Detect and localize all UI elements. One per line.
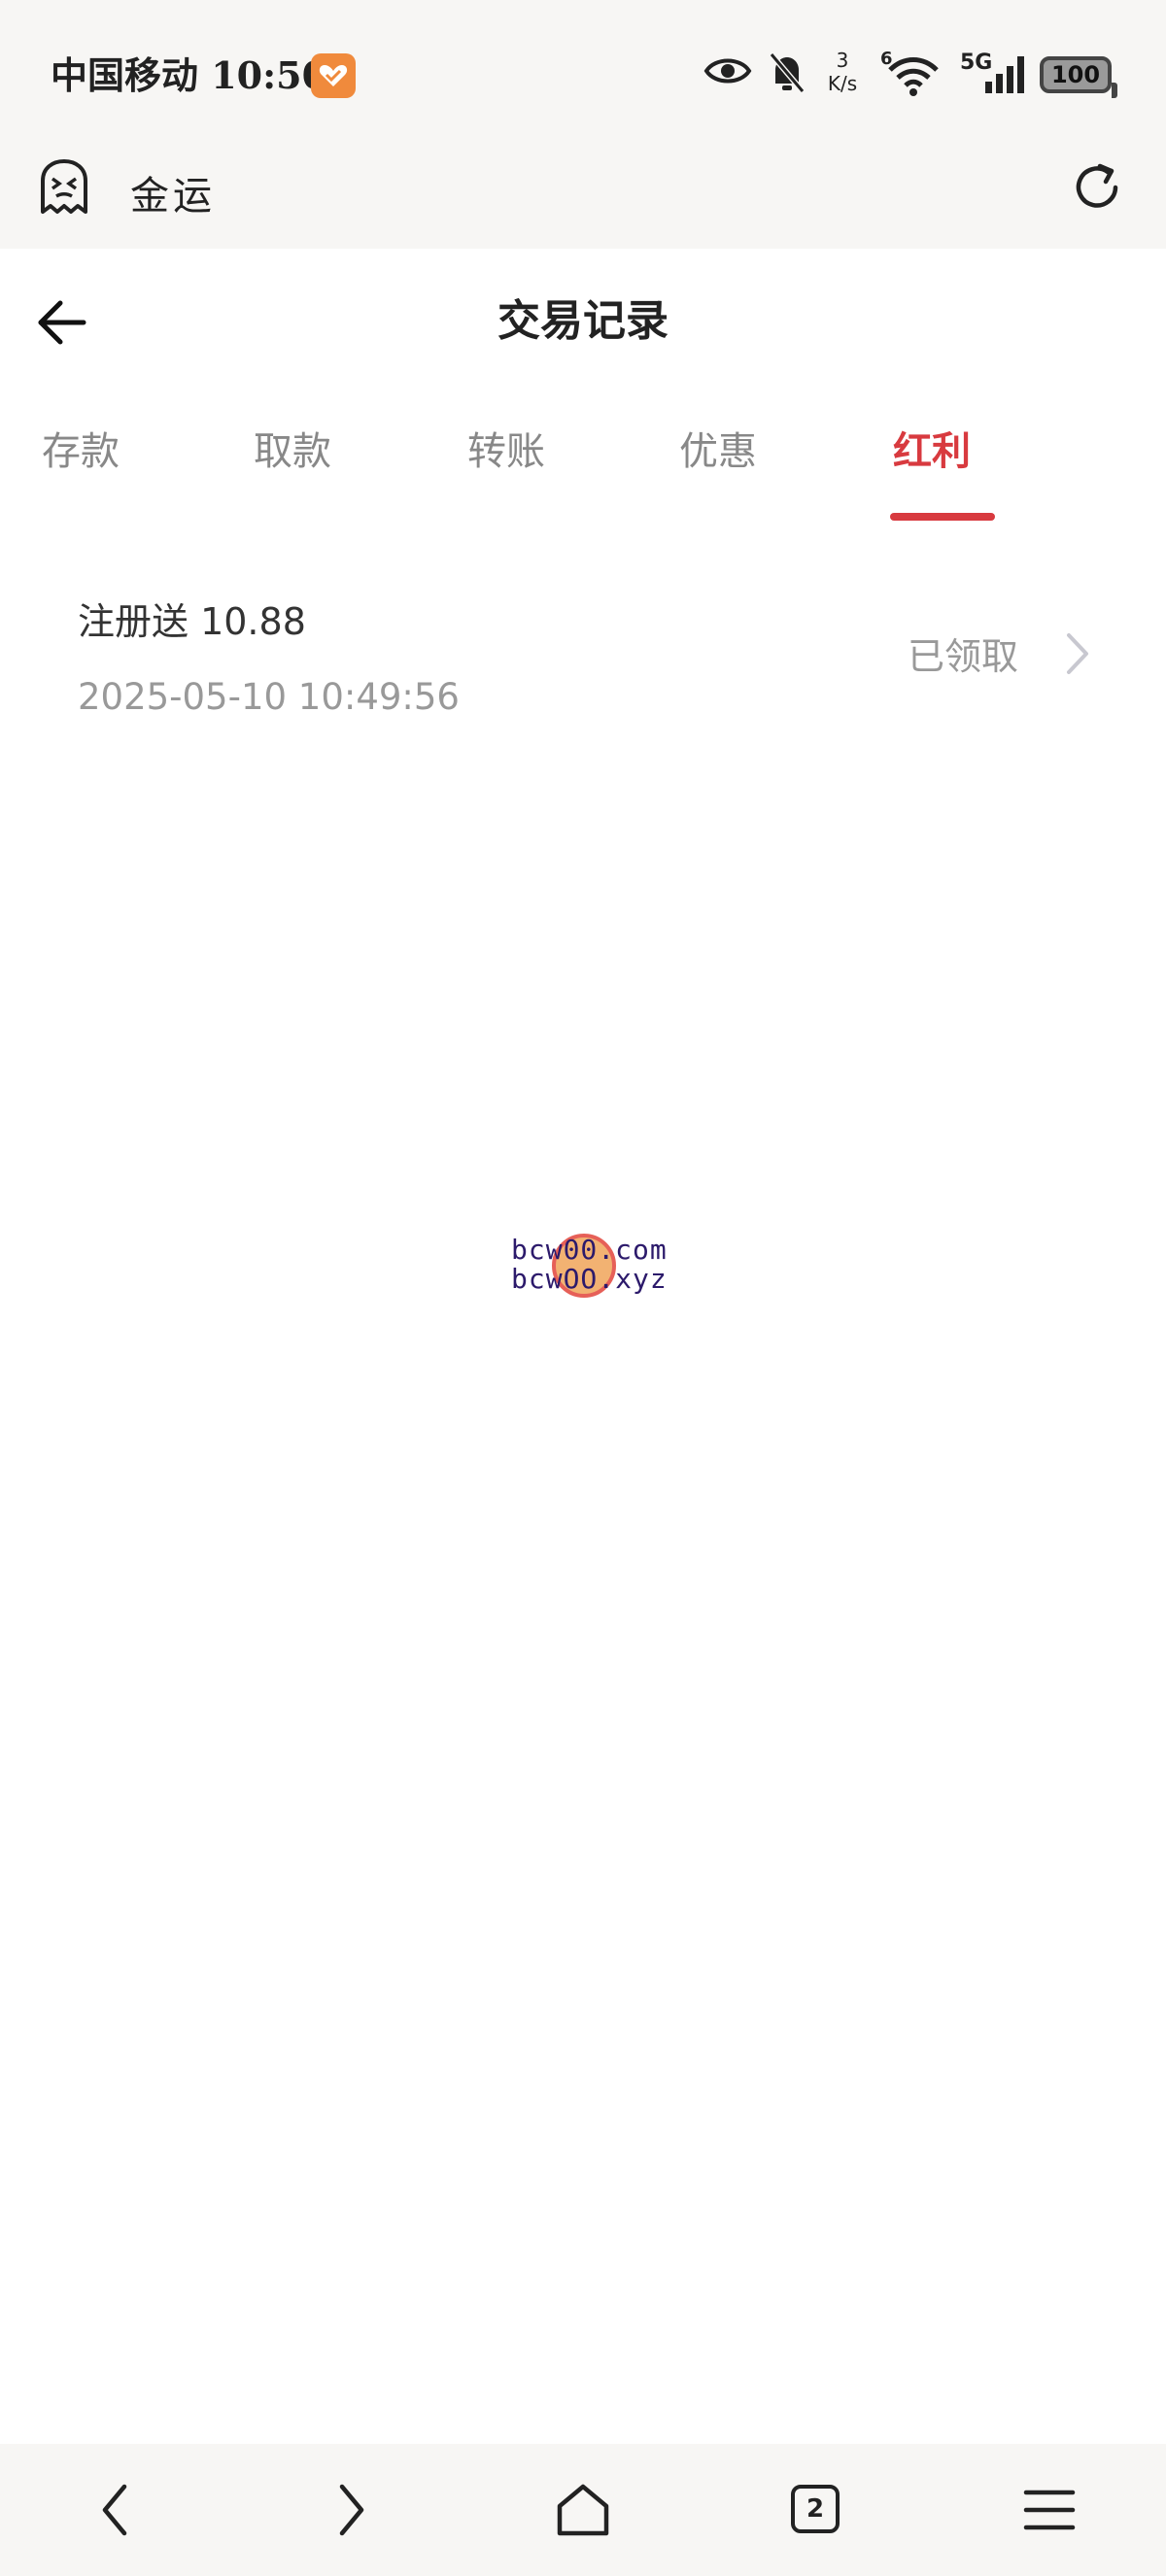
- browser-menu-button[interactable]: [1011, 2471, 1088, 2549]
- browser-home-button[interactable]: [544, 2471, 622, 2549]
- app-notification-icon: [311, 53, 356, 98]
- tab-transfer[interactable]: 转账: [464, 408, 548, 505]
- wifi-label: 6: [880, 49, 893, 69]
- carrier-time: 中国移动 10:50: [51, 53, 328, 97]
- battery-tip: [1112, 83, 1117, 98]
- site-title: 金运: [130, 174, 216, 219]
- list-item[interactable]: 注册送 10.88 2025-05-10 10:49:56 已领取: [0, 583, 1166, 729]
- page-nav: 交易记录: [0, 249, 1166, 385]
- mute-bell-icon: [768, 51, 806, 99]
- refresh-icon[interactable]: [1071, 161, 1123, 218]
- chevron-left-icon: [102, 2484, 127, 2536]
- battery-level: 100: [1050, 61, 1101, 88]
- tab-promotion[interactable]: 优惠: [676, 408, 760, 505]
- record-timestamp: 2025-05-10 10:49:56: [78, 676, 460, 718]
- page-title: 交易记录: [497, 296, 669, 346]
- status-bar: 中国移动 10:50 3 K/s 6 5G 100: [0, 0, 1166, 144]
- network-speed: 3 K/s: [820, 49, 865, 95]
- record-tabs: 存款 取款 转账 优惠 红利: [0, 408, 1166, 525]
- tab-withdraw[interactable]: 取款: [251, 408, 334, 505]
- eye-icon: [703, 54, 752, 91]
- battery-indicator: 100: [1040, 56, 1117, 98]
- ghost-icon[interactable]: [37, 157, 91, 220]
- tab-deposit[interactable]: 存款: [39, 408, 122, 505]
- page: 中国移动 10:50 3 K/s 6 5G 100 金运 交易记录 存款 取款 …: [0, 0, 1166, 2576]
- browser-bottom-bar: 2: [0, 2444, 1166, 2576]
- signal-icon: [983, 52, 1034, 99]
- browser-forward-button[interactable]: [311, 2471, 389, 2549]
- tab-bonus[interactable]: 红利: [890, 408, 974, 505]
- watermark: bcw00.com bcwOO.xyz: [505, 1230, 700, 1307]
- menu-icon: [1023, 2490, 1076, 2530]
- wifi-icon: 6: [880, 49, 939, 101]
- network-speed-unit: K/s: [827, 72, 858, 95]
- browser-back-button[interactable]: [78, 2471, 155, 2549]
- browser-header: 金运: [0, 144, 1166, 249]
- active-tab-indicator: [890, 513, 995, 521]
- arrow-left-icon: [38, 300, 86, 345]
- watermark-line-2: bcwOO.xyz: [511, 1263, 668, 1295]
- browser-tabs-button[interactable]: 2: [777, 2471, 855, 2549]
- back-button[interactable]: [33, 291, 95, 354]
- chevron-right-icon: [339, 2484, 364, 2536]
- home-icon: [557, 2484, 609, 2536]
- record-status: 已领取: [907, 635, 1018, 678]
- record-title: 注册送 10.88: [78, 600, 306, 643]
- tab-count: 2: [791, 2485, 840, 2533]
- network-speed-value: 3: [836, 49, 849, 72]
- chevron-right-icon: [1063, 629, 1092, 682]
- watermark-line-1: bcw00.com: [511, 1234, 668, 1266]
